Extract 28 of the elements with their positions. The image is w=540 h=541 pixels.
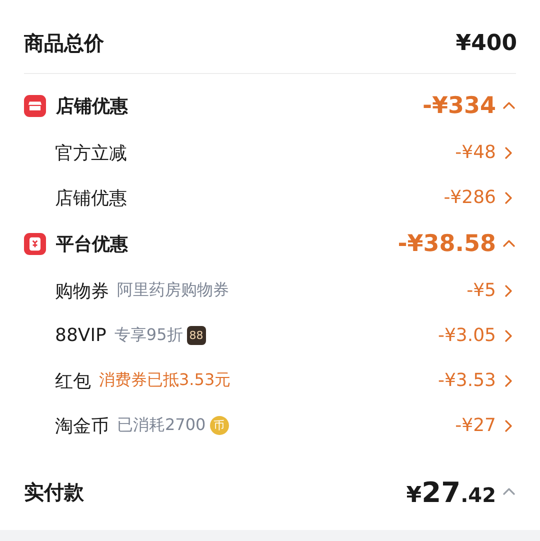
discount-amount: -¥334 xyxy=(422,93,496,119)
discount-label: 购物券 xyxy=(55,280,109,302)
total-label: 商品总价 xyxy=(24,30,104,56)
coin-badge: 币 xyxy=(210,416,229,435)
discount-amount: -¥38.58 xyxy=(398,231,496,257)
section-title: 店铺优惠 xyxy=(56,95,128,118)
discount-label: 红包 xyxy=(55,370,91,392)
discount-note: 已消耗2700 xyxy=(117,415,206,436)
discount-amount: -¥3.05 xyxy=(438,325,496,346)
discount-amount: -¥48 xyxy=(455,142,496,163)
coupon-icon xyxy=(24,233,46,255)
discount-amount: -¥27 xyxy=(455,415,496,436)
discount-amount: -¥286 xyxy=(444,187,496,208)
vip-badge: 88 xyxy=(186,326,206,345)
paid-amount: ¥27.42 xyxy=(406,476,496,508)
discount-note: 阿里药房购物券 xyxy=(117,280,229,301)
shop-icon xyxy=(24,95,46,117)
discount-note: 消费券已抵3.53元 xyxy=(99,370,231,391)
section-title: 平台优惠 xyxy=(56,233,128,256)
paid-label: 实付款 xyxy=(24,478,84,506)
discount-label: 88VIP xyxy=(55,325,106,346)
discount-note: 专享95折 xyxy=(114,325,183,346)
discount-label: 官方立减 xyxy=(55,142,127,164)
discount-amount: -¥5 xyxy=(466,280,496,301)
discount-label: 淘金币 xyxy=(55,414,109,438)
discount-amount: -¥3.53 xyxy=(438,370,496,391)
total-amount: ¥400 xyxy=(456,30,517,56)
discount-label: 店铺优惠 xyxy=(55,186,127,210)
